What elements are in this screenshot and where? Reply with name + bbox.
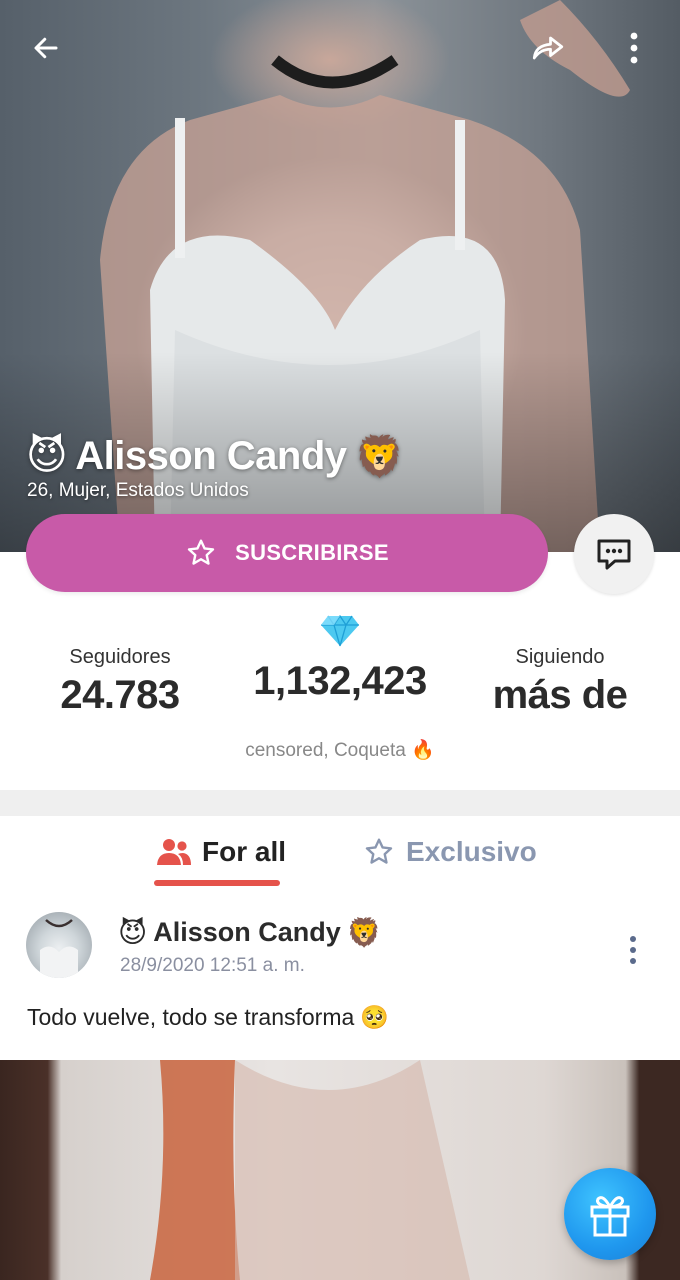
fire-emoji-icon: 🔥: [411, 739, 435, 761]
lion-emoji-icon: 🦁: [354, 433, 405, 480]
diamonds-count: 1,132,423: [253, 659, 427, 703]
users-icon: [157, 839, 191, 865]
post-caption: Todo vuelve, todo se transforma: [27, 1004, 355, 1030]
subscribe-button[interactable]: SUSCRIBIRSE: [26, 514, 548, 592]
more-vertical-icon: [630, 32, 638, 64]
post-text: Todo vuelve, todo se transforma 🥺: [27, 1004, 389, 1031]
profile-cover-photo: 😈 Alisson Candy 🦁 26, Mujer, Estados Uni…: [0, 0, 680, 552]
tags-text: censored, Coqueta: [245, 740, 406, 761]
post-author-name: Alisson Candy: [153, 916, 341, 947]
arrow-left-icon: [34, 37, 58, 59]
profile-info: 26, Mujer, Estados Unidos: [27, 480, 249, 501]
devil-emoji-icon: 😈: [26, 433, 68, 479]
gift-button[interactable]: [564, 1168, 656, 1260]
followers-stat[interactable]: Seguidores 24.783: [30, 646, 210, 718]
tab-for-all[interactable]: For all: [156, 830, 286, 874]
tab-exclusive[interactable]: Exclusivo: [362, 830, 537, 874]
share-icon: [532, 36, 564, 60]
chat-bubble-icon: [597, 539, 631, 570]
more-options-button[interactable]: [610, 24, 658, 72]
profile-name: Alisson Candy: [75, 433, 347, 478]
chat-button[interactable]: [574, 514, 654, 594]
post-options-button[interactable]: [616, 930, 650, 970]
followers-count: 24.783: [60, 673, 180, 717]
tab-for-all-label: For all: [202, 836, 287, 867]
diamonds-stat: 1,132,423: [230, 614, 450, 704]
following-label: Siguiendo: [515, 646, 605, 668]
active-tab-indicator: [154, 880, 280, 886]
share-button[interactable]: [524, 24, 572, 72]
star-outline-icon: [365, 838, 393, 864]
avatar-photo: [40, 919, 78, 978]
following-count: más de: [492, 673, 628, 717]
more-vertical-icon: [630, 936, 636, 964]
tab-exclusive-label: Exclusivo: [406, 836, 537, 867]
post-author-name-row[interactable]: 😈 Alisson Candy 🦁: [118, 912, 382, 952]
profile-name-row: 😈 Alisson Candy 🦁: [26, 430, 404, 482]
diamond-icon: [321, 614, 359, 647]
profile-tags: censored, Coqueta 🔥: [0, 738, 680, 762]
subscribe-label: SUSCRIBIRSE: [235, 540, 389, 565]
devil-emoji-icon: 😈: [118, 915, 148, 949]
post-timestamp: 28/9/2020 12:51 a. m.: [120, 955, 305, 976]
followers-label: Seguidores: [69, 646, 171, 668]
back-button[interactable]: [22, 24, 70, 72]
lion-emoji-icon: 🦁: [346, 915, 382, 949]
following-stat[interactable]: Siguiendo más de: [470, 646, 650, 718]
post-author-avatar[interactable]: [26, 912, 92, 978]
star-outline-icon: [187, 539, 215, 565]
pleading-face-emoji-icon: 🥺: [360, 1005, 389, 1031]
section-divider: [0, 790, 680, 816]
gift-icon: [590, 1196, 630, 1237]
